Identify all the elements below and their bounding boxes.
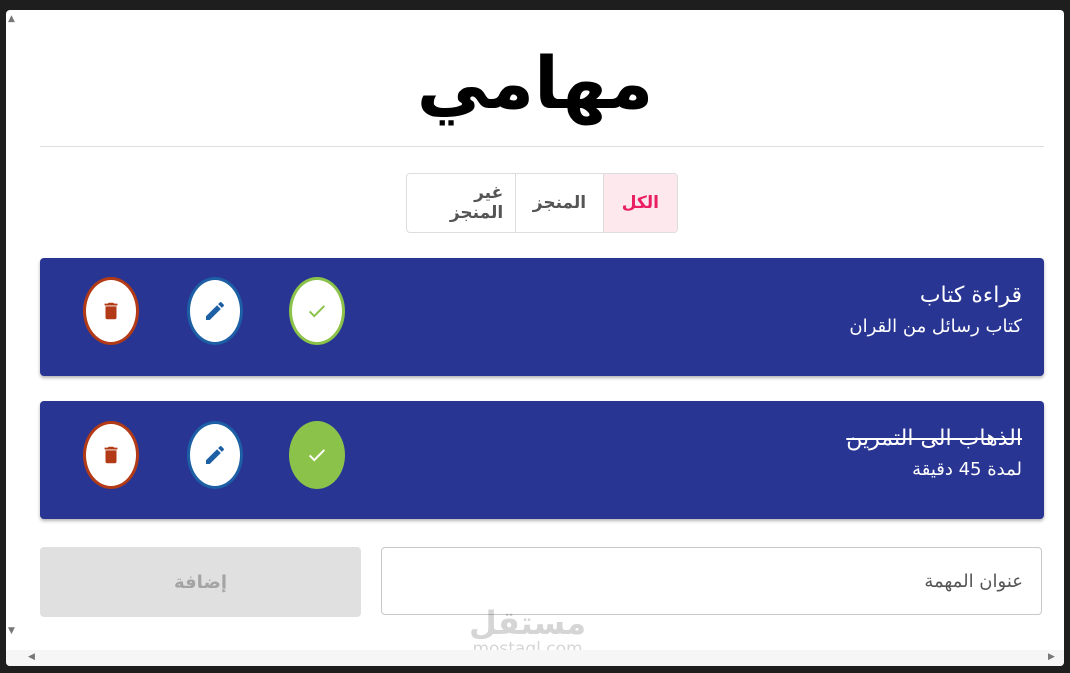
complete-button[interactable]	[289, 421, 345, 489]
scroll-down-icon[interactable]: ▼	[8, 626, 15, 636]
task-title: الذهاب الى التمرين	[846, 426, 1022, 451]
trash-icon	[104, 446, 118, 464]
pencil-icon	[206, 301, 225, 320]
pencil-icon	[206, 445, 225, 464]
trash-icon	[104, 302, 118, 320]
check-icon	[308, 449, 326, 462]
edit-button[interactable]	[187, 421, 243, 489]
delete-button[interactable]	[83, 421, 139, 489]
delete-button[interactable]	[83, 277, 139, 345]
complete-button[interactable]	[289, 277, 345, 345]
title-divider	[40, 146, 1044, 147]
filter-done[interactable]: المنجز	[515, 174, 602, 232]
task-description: كتاب رسائل من القران	[849, 316, 1022, 337]
page-title: مهامي	[416, 41, 654, 125]
filter-toggle-group: الكل المنجز غير المنجز	[406, 173, 678, 233]
task-card: الذهاب الى التمرين لمدة 45 دقيقة	[40, 401, 1044, 519]
horizontal-scrollbar[interactable]: ◀ ▶	[6, 650, 1064, 666]
filter-not-done[interactable]: غير المنجز	[407, 174, 515, 232]
scroll-right-icon[interactable]: ▶	[1048, 652, 1055, 662]
app-window: ▲ ▼ مهامي الكل المنجز غير المنجز قراءة ك…	[6, 10, 1064, 666]
scroll-up-icon[interactable]: ▲	[8, 14, 15, 24]
scroll-left-icon[interactable]: ◀	[28, 652, 35, 662]
add-task-button[interactable]: إضافة	[40, 547, 361, 617]
task-title: قراءة كتاب	[919, 283, 1022, 308]
filter-all[interactable]: الكل	[602, 174, 677, 232]
task-description: لمدة 45 دقيقة	[912, 459, 1022, 480]
task-card: قراءة كتاب كتاب رسائل من القران	[40, 258, 1044, 376]
check-icon	[308, 305, 326, 318]
edit-button[interactable]	[187, 277, 243, 345]
